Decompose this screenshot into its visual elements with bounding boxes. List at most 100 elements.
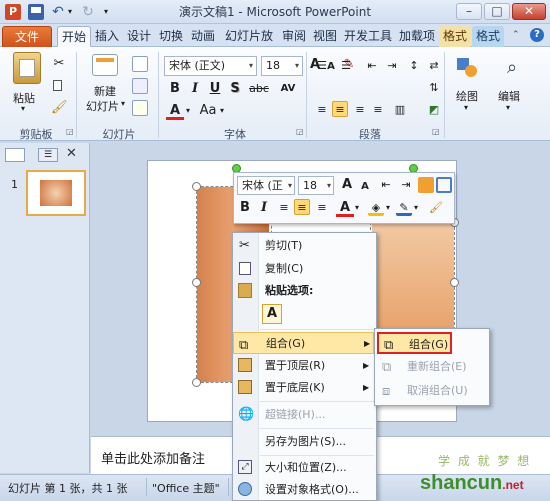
text-direction-icon[interactable]: ⇄: [426, 58, 442, 74]
font-name-combo[interactable]: 宋体 (正文) ▾: [164, 56, 257, 76]
resize-handle[interactable]: [192, 378, 201, 387]
close-pane-icon[interactable]: ✕: [66, 146, 77, 161]
submenu-item-group[interactable]: ⧉ 组合(G): [377, 332, 452, 354]
mini-size-combo[interactable]: 18 ▾: [298, 176, 334, 195]
powerpoint-logo-icon[interactable]: P: [5, 4, 21, 20]
chevron-down-icon[interactable]: ▾: [249, 57, 253, 75]
undo-dropdown-icon[interactable]: ▾: [66, 4, 74, 20]
char-spacing-button[interactable]: AV: [276, 80, 300, 98]
mini-font-combo[interactable]: 宋体 (正 ▾: [237, 176, 295, 195]
outline-tab-icon[interactable]: ☰: [38, 148, 58, 162]
align-left-icon[interactable]: ≡: [314, 102, 330, 118]
undo-icon[interactable]: ↶: [50, 4, 66, 20]
change-case-button[interactable]: Aa: [196, 102, 220, 120]
tab-transitions[interactable]: 切换: [156, 26, 186, 47]
resize-handle[interactable]: [450, 278, 459, 287]
numbering-icon[interactable]: ☰: [338, 58, 354, 74]
save-icon[interactable]: [28, 4, 44, 20]
menu-item-bring-to-front[interactable]: 置于顶层(R) ▶: [233, 355, 374, 377]
paste-icon[interactable]: [13, 52, 41, 84]
change-case-dropdown-icon[interactable]: ▾: [220, 106, 224, 115]
menu-item-save-as-picture[interactable]: 另存为图片(S)...: [233, 431, 374, 453]
paste-keep-text-only-button[interactable]: A: [262, 304, 282, 324]
status-theme[interactable]: "Office 主题": [152, 480, 220, 496]
cut-icon[interactable]: ✂: [51, 56, 67, 72]
mini-outline-color-icon[interactable]: ✎: [396, 200, 412, 216]
layout-icon[interactable]: [132, 56, 148, 72]
minimize-ribbon-icon[interactable]: ⌃: [512, 30, 520, 40]
mini-outline-dropdown-icon[interactable]: ▾: [414, 203, 418, 212]
mini-italic-button[interactable]: I: [255, 199, 273, 217]
drawing-button-label[interactable]: 绘图: [456, 88, 478, 104]
bullets-icon[interactable]: ☰: [314, 58, 330, 74]
mini-format-painter-icon[interactable]: 🖌: [428, 200, 444, 216]
menu-item-copy[interactable]: 复制(C): [233, 258, 374, 280]
new-slide-dropdown-icon[interactable]: ▾: [121, 99, 125, 108]
mini-fill-color-icon[interactable]: ◈: [368, 200, 384, 216]
tab-animations[interactable]: 动画: [188, 26, 218, 47]
smartart-icon[interactable]: ◩: [426, 102, 442, 118]
new-slide-button-label[interactable]: 新建: [94, 83, 116, 99]
italic-button[interactable]: I: [186, 80, 204, 98]
tab-insert[interactable]: 插入: [92, 26, 122, 47]
mini-fill-dropdown-icon[interactable]: ▾: [386, 203, 390, 212]
mini-font-color-button[interactable]: A: [336, 199, 354, 217]
tab-home[interactable]: 开始: [57, 26, 91, 47]
columns-icon[interactable]: ▥: [392, 102, 408, 118]
align-right-icon[interactable]: ≡: [352, 102, 368, 118]
tab-review[interactable]: 审阅: [279, 26, 309, 47]
mini-shape-fill-icon[interactable]: [418, 177, 434, 193]
decrease-indent-icon[interactable]: ⇤: [364, 58, 380, 74]
resize-handle[interactable]: [192, 182, 201, 191]
chevron-down-icon[interactable]: ▾: [288, 177, 292, 194]
tab-format-picture[interactable]: 格式: [472, 26, 504, 47]
chevron-down-icon[interactable]: ▾: [295, 57, 299, 75]
paragraph-launcher-icon[interactable]: ◲: [432, 127, 440, 136]
mini-font-color-dropdown-icon[interactable]: ▾: [355, 203, 359, 212]
mini-decrease-indent-icon[interactable]: ⇤: [378, 177, 394, 193]
shadow-button[interactable]: S: [226, 80, 244, 98]
slide-thumbnail[interactable]: [26, 170, 86, 216]
resize-handle[interactable]: [192, 278, 201, 287]
tab-format-drawing[interactable]: 格式: [439, 26, 471, 47]
new-slide-icon[interactable]: [92, 54, 118, 76]
mini-grow-font-icon[interactable]: A: [338, 176, 356, 194]
line-spacing-icon[interactable]: ↕: [406, 58, 422, 74]
mini-align-right-icon[interactable]: ≡: [314, 200, 330, 216]
drawing-dropdown-icon[interactable]: ▾: [464, 103, 468, 112]
font-launcher-icon[interactable]: ◲: [296, 127, 304, 136]
align-center-icon[interactable]: ≡: [332, 101, 348, 117]
tab-view[interactable]: 视图: [310, 26, 340, 47]
chevron-down-icon[interactable]: ▾: [327, 177, 331, 194]
drawing-shapes-icon[interactable]: [455, 56, 479, 80]
underline-button[interactable]: U: [206, 80, 224, 98]
align-text-icon[interactable]: ⇅: [426, 80, 442, 96]
editing-button-label[interactable]: 编辑: [498, 88, 520, 104]
paste-dropdown-icon[interactable]: ▾: [21, 104, 25, 113]
font-color-button[interactable]: A: [166, 102, 184, 120]
format-painter-icon[interactable]: 🖌: [51, 100, 68, 116]
font-size-combo[interactable]: 18 ▾: [261, 56, 303, 76]
copy-icon[interactable]: [51, 78, 67, 94]
reset-icon[interactable]: [132, 78, 148, 94]
mini-increase-indent-icon[interactable]: ⇥: [398, 177, 414, 193]
justify-icon[interactable]: ≡: [370, 102, 386, 118]
menu-item-group[interactable]: ⧉ 组合(G) ▶: [233, 332, 374, 354]
notes-placeholder[interactable]: 单击此处添加备注: [101, 448, 205, 467]
tab-slideshow[interactable]: 幻灯片放映: [220, 26, 278, 63]
close-button[interactable]: ✕: [512, 3, 546, 20]
section-icon[interactable]: [132, 100, 148, 116]
mini-align-center-icon[interactable]: ≡: [294, 199, 310, 215]
bold-button[interactable]: B: [166, 80, 184, 98]
increase-indent-icon[interactable]: ⇥: [384, 58, 400, 74]
strikethrough-button[interactable]: abc: [246, 80, 272, 98]
menu-item-format-object[interactable]: 设置对象格式(O)...: [233, 479, 374, 501]
mini-shape-outline-icon[interactable]: [436, 177, 452, 193]
slides-tab-icon[interactable]: [5, 148, 25, 162]
tab-developer[interactable]: 开发工具: [342, 26, 394, 47]
minimize-button[interactable]: –: [456, 3, 482, 20]
tab-file[interactable]: 文件: [2, 26, 52, 47]
font-color-dropdown-icon[interactable]: ▾: [186, 106, 190, 115]
customize-qat-icon[interactable]: ▾: [98, 4, 114, 20]
redo-icon[interactable]: ↻: [80, 4, 96, 20]
